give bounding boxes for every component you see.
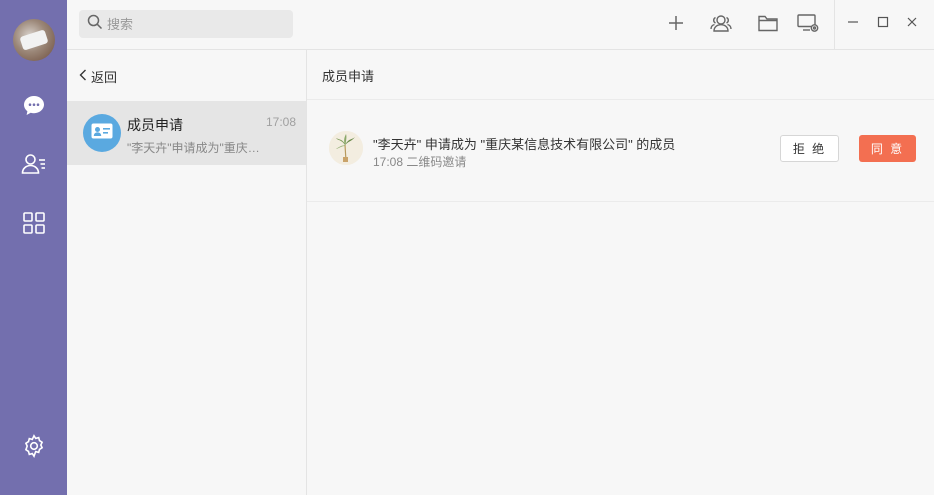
- request-text: "李天卉" 申请成为 "重庆某信息技术有限公司" 的成员: [373, 137, 676, 152]
- folder-icon: [758, 14, 778, 37]
- screen-share-button[interactable]: [795, 12, 821, 38]
- member-request-row: "李天卉" 申请成为 "重庆某信息技术有限公司" 的成员 17:08 二维码邀请…: [307, 101, 934, 202]
- back-button[interactable]: 返回: [79, 66, 117, 86]
- list-item-time: 17:08: [265, 115, 296, 129]
- maximize-button[interactable]: [871, 12, 895, 36]
- maximize-icon: [877, 15, 889, 33]
- user-avatar[interactable]: [13, 19, 55, 61]
- list-item-preview: "李天卉"申请成为"重庆…: [127, 141, 260, 155]
- top-bar: [67, 0, 934, 50]
- chat-nav-button[interactable]: [0, 86, 67, 126]
- add-button[interactable]: [663, 12, 689, 38]
- files-button[interactable]: [755, 12, 781, 38]
- settings-icon: [22, 434, 46, 458]
- member-request-avatar: [83, 114, 121, 152]
- content-panel: 成员申请 "李天卉" 申请成为 "重庆某信息技术有限公司" 的成员 17:08 …: [307, 50, 934, 495]
- close-icon: [906, 15, 918, 33]
- screen-share-icon: [797, 13, 819, 37]
- accept-button[interactable]: 同 意: [859, 135, 916, 162]
- group-icon: [710, 14, 732, 37]
- group-button[interactable]: [708, 12, 734, 38]
- list-item-title: 成员申请: [127, 117, 183, 133]
- applicant-avatar: [329, 131, 363, 165]
- left-rail: [0, 0, 67, 495]
- conversation-list-panel: 返回 成员申请 17:08 "李天卉"申请成为"重庆…: [67, 50, 307, 495]
- contacts-nav-button[interactable]: [0, 144, 67, 184]
- search-icon: [87, 14, 103, 35]
- chevron-left-icon: [79, 69, 91, 84]
- search-box[interactable]: [79, 10, 293, 38]
- apps-nav-button[interactable]: [0, 203, 67, 243]
- settings-button[interactable]: [0, 426, 67, 466]
- minimize-button[interactable]: [841, 12, 865, 36]
- reject-button[interactable]: 拒 绝: [780, 135, 839, 162]
- chat-icon: [22, 94, 46, 118]
- apps-grid-icon: [22, 212, 45, 234]
- page-title: 成员申请: [322, 69, 375, 84]
- search-input[interactable]: [107, 16, 277, 32]
- content-header: 成员申请: [307, 50, 934, 100]
- plus-icon: [668, 15, 684, 36]
- back-label: 返回: [91, 69, 118, 85]
- window-controls-divider: [834, 0, 835, 50]
- list-item-member-request[interactable]: 成员申请 17:08 "李天卉"申请成为"重庆…: [67, 101, 306, 165]
- id-card-icon: [91, 123, 113, 144]
- close-button[interactable]: [900, 12, 924, 36]
- request-meta: 17:08 二维码邀请: [373, 155, 467, 169]
- contacts-icon: [21, 152, 47, 176]
- minimize-icon: [847, 15, 859, 33]
